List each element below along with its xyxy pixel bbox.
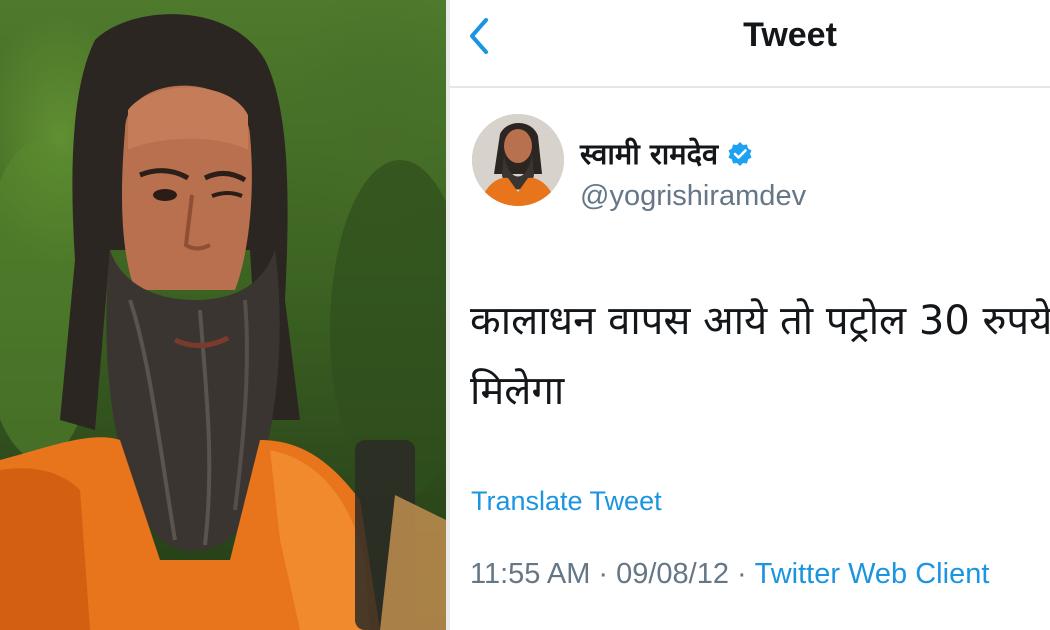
display-name[interactable]: स्वामी रामदेव [580,137,718,171]
avatar[interactable] [472,114,564,206]
verified-badge-icon [728,141,752,166]
page-title: Tweet [743,16,837,54]
meta-separator: · [736,558,747,590]
tweet-meta: 11:55 AM · 09/08/12 · Twitter Web Client [470,558,989,591]
tweet-screen: Tweet स्वामी रामदेव @yogrishiramdev काला… [450,0,1050,630]
user-handle[interactable]: @yogrishiramdev [580,180,806,213]
portrait-illustration [0,14,446,630]
meta-separator: · [598,558,609,590]
tweet-text: कालाधन वापस आये तो पट्रोल 30 रुपये म मिल… [470,286,1050,426]
avatar-image [472,114,564,206]
tweet-source-link[interactable]: Twitter Web Client [755,558,990,590]
nav-bar: Tweet [450,0,1050,82]
header-divider [450,86,1050,88]
translate-tweet-link[interactable]: Translate Tweet [471,486,662,517]
tweet-time: 11:55 AM [470,558,591,590]
tweet-text-line: मिलेगा [470,368,565,414]
tweet-text-line: कालाधन वापस आये तो पट्रोल 30 रुपये म [470,298,1050,344]
display-name-row: स्वामी रामदेव [580,134,753,174]
portrait-photo [0,0,446,630]
tweet-date: 09/08/12 [616,558,729,590]
